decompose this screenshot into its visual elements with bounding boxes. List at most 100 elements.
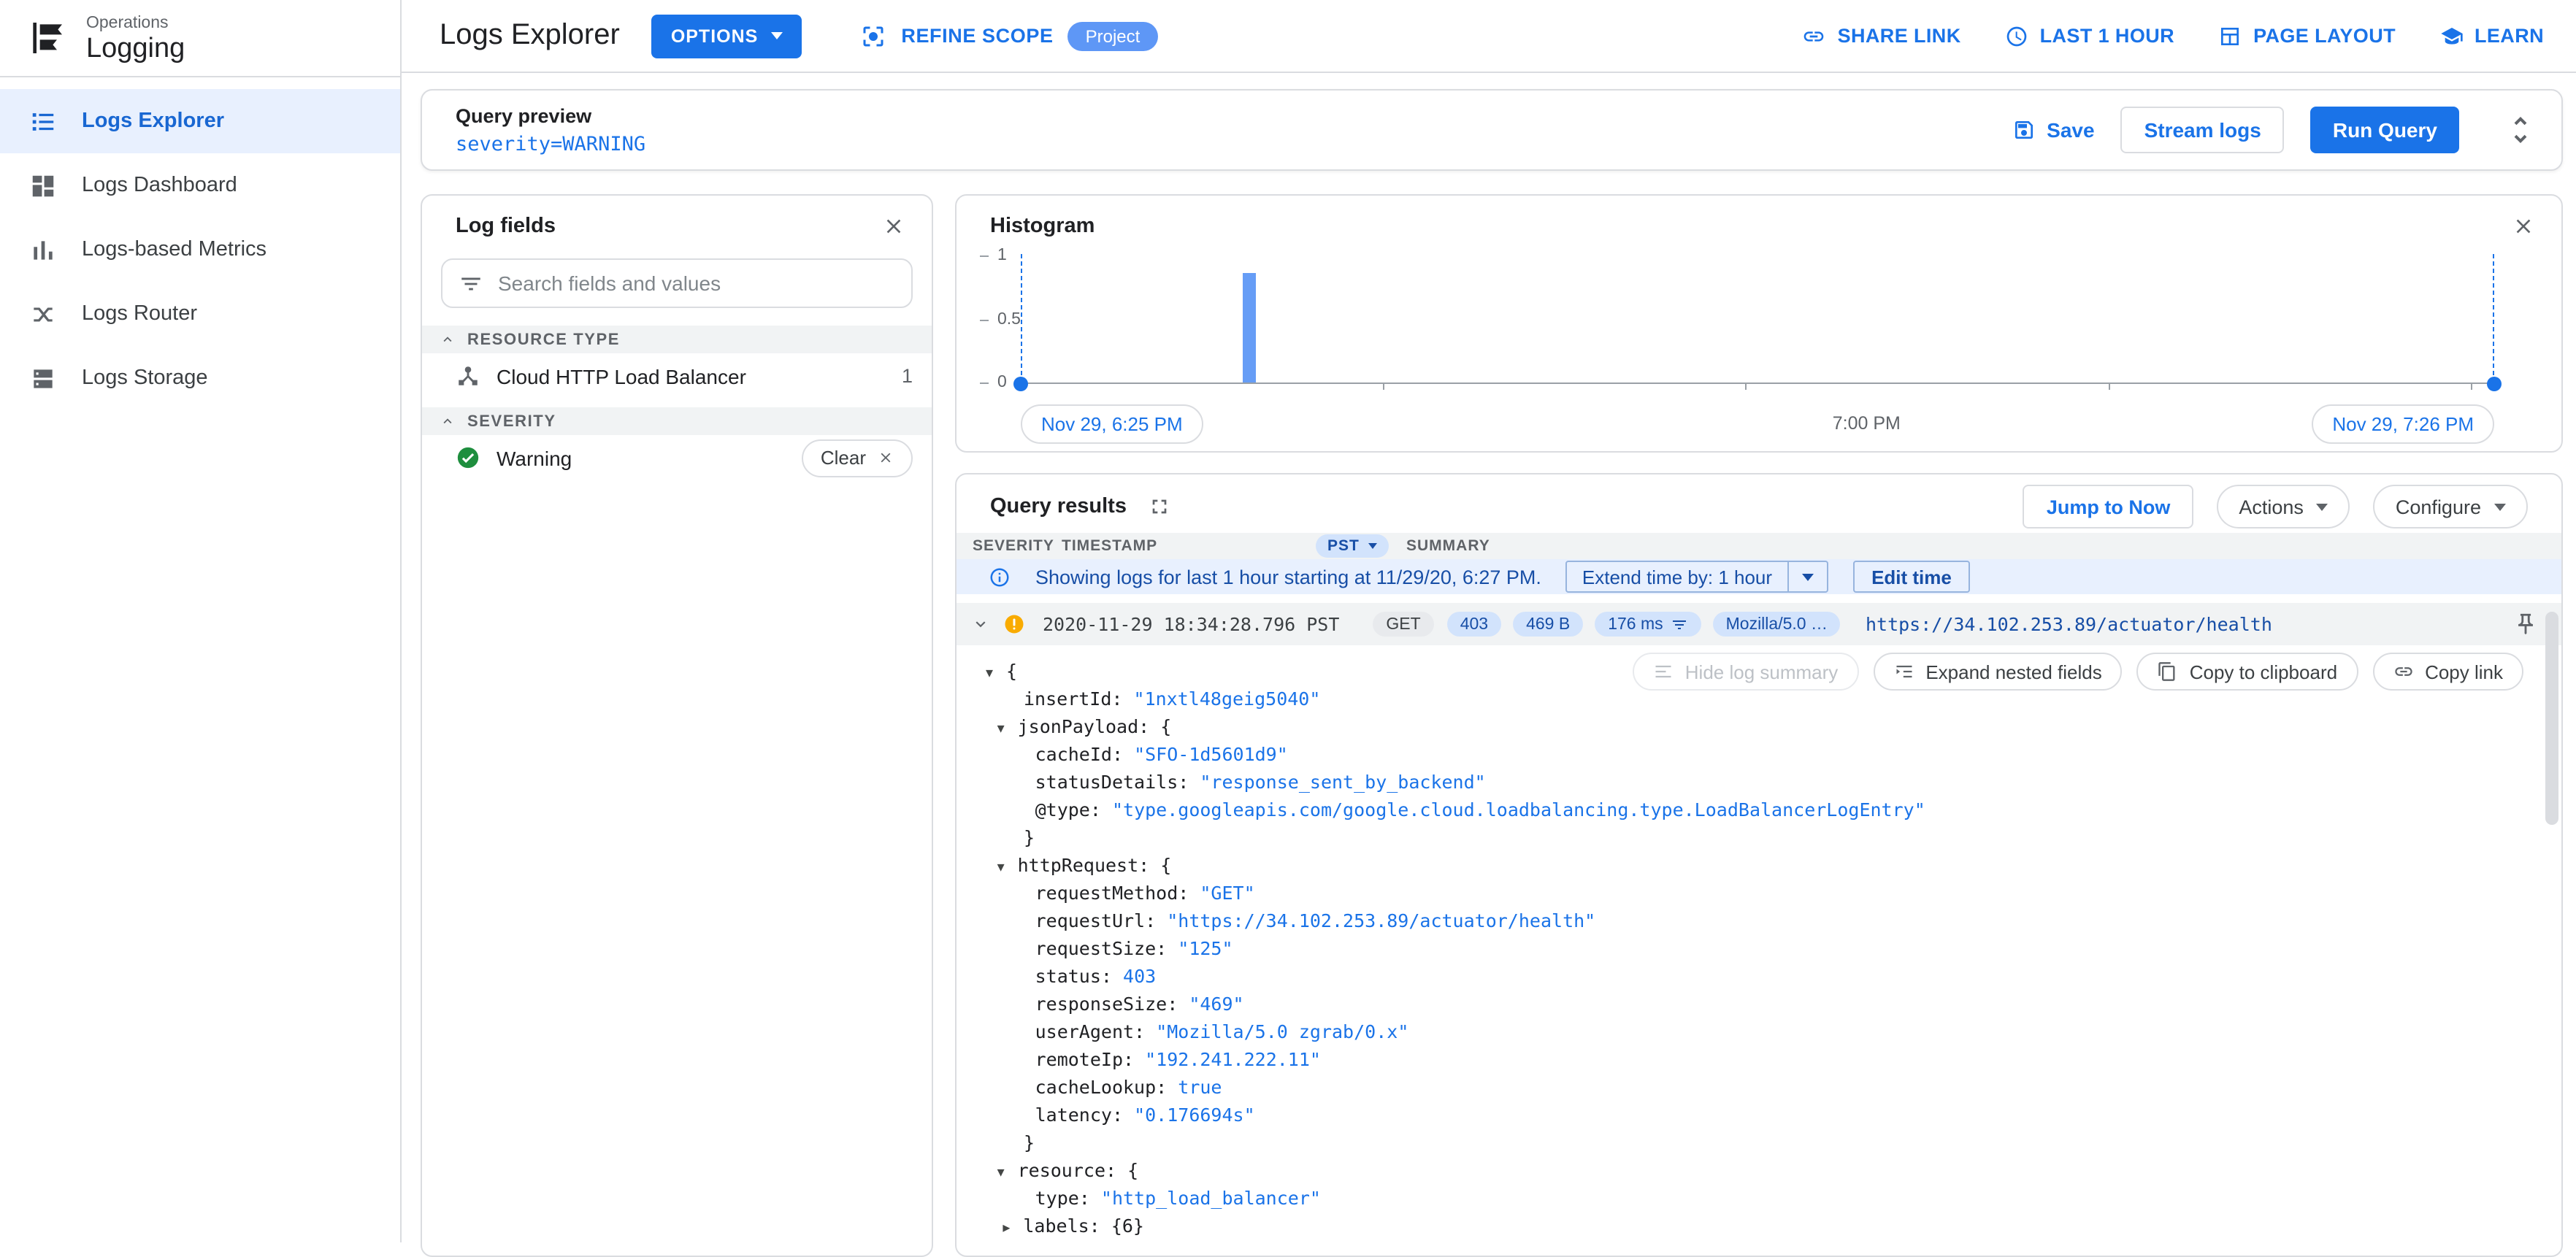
json-line: requestSize: "125" <box>986 934 2561 962</box>
range-end-chip[interactable]: Nov 29, 7:26 PM <box>2312 404 2494 444</box>
sidebar-item-logs-based-metrics[interactable]: Logs-based Metrics <box>0 218 400 282</box>
column-severity: SEVERITY <box>973 537 1054 555</box>
summary-badge-label: 469 B <box>1526 615 1571 633</box>
results-scrollbar <box>2545 536 2558 1235</box>
configure-menu-button[interactable]: Configure <box>2373 485 2528 528</box>
json-key: cacheLookup: <box>1035 1076 1178 1098</box>
topbar-links: SHARE LINK LAST 1 HOUR PAGE LAYOUT LEARN <box>1803 24 2544 47</box>
tick-dash <box>980 319 989 320</box>
collapse-arrow-icon[interactable]: ▾ <box>997 1159 1018 1187</box>
copy-link-button[interactable]: Copy link <box>2372 653 2523 691</box>
range-start-handle[interactable] <box>1013 377 1028 391</box>
json-line: responseSize: "469" <box>986 990 2561 1018</box>
link-icon <box>2393 661 2413 682</box>
histogram-panel: Histogram 1 0.5 0 Nov 29, 6:25 PM 7:00 P… <box>955 194 2563 453</box>
scrollbar-thumb[interactable] <box>2545 612 2558 825</box>
field-section-header-severity[interactable]: SEVERITY <box>422 407 932 435</box>
summary-badge[interactable]: 469 B <box>1513 612 1584 637</box>
json-value: "SFO-1d5601d9" <box>1134 743 1288 765</box>
toolbar-button-label: Expand nested fields <box>1925 661 2102 683</box>
json-line: ▾ jsonPayload: { <box>986 712 2561 740</box>
range-start-chip[interactable]: Nov 29, 6:25 PM <box>1021 404 1203 444</box>
topbar-link-learn[interactable]: LEARN <box>2439 24 2544 47</box>
range-end-handle[interactable] <box>2487 377 2502 391</box>
extend-time-button[interactable]: Extend time by: 1 hour <box>1565 561 1828 593</box>
y-tick-label: 0.5 <box>997 311 1021 328</box>
field-row-warning[interactable]: Warning Clear <box>422 435 932 480</box>
brand-name: Logging <box>86 33 185 64</box>
fullscreen-icon[interactable] <box>1147 495 1170 518</box>
json-line: statusDetails: "response_sent_by_backend… <box>986 768 2561 796</box>
extend-time-label: Extend time by: 1 hour <box>1582 566 1773 588</box>
results-info-banner: Showing logs for last 1 hour starting at… <box>957 559 2561 594</box>
y-axis-tick: 0.5 <box>980 311 1021 328</box>
pin-icon[interactable] <box>2513 612 2538 637</box>
field-section-header-resource-type[interactable]: RESOURCE TYPE <box>422 326 932 353</box>
field-section-title: SEVERITY <box>467 412 556 430</box>
close-icon[interactable] <box>882 215 905 238</box>
sidebar-item-label: Logs-based Metrics <box>82 238 267 261</box>
topbar-link-share-link[interactable]: SHARE LINK <box>1803 24 1961 47</box>
field-search <box>441 258 913 308</box>
json-key: statusDetails: <box>1035 771 1200 793</box>
log-entry-row[interactable]: 2020-11-29 18:34:28.796 PST GET 403 469 B… <box>957 603 2561 645</box>
options-button-label: OPTIONS <box>670 26 759 46</box>
collapse-arrow-icon[interactable]: ▾ <box>997 715 1018 743</box>
expand-nested-fields-button[interactable]: Expand nested fields <box>1873 653 2123 691</box>
sidebar-item-logs-dashboard[interactable]: Logs Dashboard <box>0 153 400 218</box>
query-preview-query[interactable]: severity=WARNING <box>456 132 645 155</box>
json-value: "125" <box>1178 937 1233 959</box>
histogram-bar[interactable] <box>1243 273 1257 383</box>
unfold-panel-icon[interactable] <box>2503 112 2538 147</box>
close-icon[interactable] <box>2512 215 2535 238</box>
sidebar-item-logs-router[interactable]: Logs Router <box>0 282 400 346</box>
options-button[interactable]: OPTIONS <box>651 14 802 58</box>
refine-scope-button[interactable]: REFINE SCOPE Project <box>860 21 1158 50</box>
json-value: "response_sent_by_backend" <box>1200 771 1486 793</box>
entry-toolbar: Hide log summary Expand nested fields Copy… <box>1632 653 2523 691</box>
topbar-link-page-layout[interactable]: PAGE LAYOUT <box>2218 24 2396 47</box>
timezone-selector[interactable]: PST <box>1316 534 1389 558</box>
log-fields-sections: RESOURCE TYPE Cloud HTTP Load Balancer 1 SE… <box>422 326 932 480</box>
stream-logs-button[interactable]: Stream logs <box>2120 107 2285 153</box>
json-key: type: <box>1035 1187 1101 1209</box>
json-key: cacheId: <box>1035 743 1135 765</box>
actions-menu-button[interactable]: Actions <box>2217 485 2350 528</box>
field-row-cloud-http-load-balancer[interactable]: Cloud HTTP Load Balancer 1 <box>422 353 932 399</box>
topbar-link-last-1-hour[interactable]: LAST 1 HOUR <box>2005 24 2174 47</box>
logging-logo-icon <box>26 18 67 58</box>
chevron-down-icon[interactable] <box>971 615 990 634</box>
query-results-header: Query results Jump to Now Actions Config… <box>957 474 2561 533</box>
edit-time-label: Edit time <box>1871 566 1952 588</box>
summary-badge[interactable]: 176 ms <box>1595 612 1701 637</box>
histogram-time-axis: Nov 29, 6:25 PM 7:00 PM Nov 29, 7:26 PM <box>1021 404 2494 445</box>
json-punct: { <box>1127 1159 1139 1181</box>
query-results-title: Query results <box>990 495 1127 518</box>
chevron-down-icon <box>1368 543 1377 549</box>
column-timestamp: TIMESTAMP <box>1062 537 1158 555</box>
sidebar-item-logs-storage[interactable]: Logs Storage <box>0 346 400 410</box>
summary-badge[interactable]: 403 <box>1446 612 1502 637</box>
json-key: @type: <box>1035 799 1112 820</box>
clear-filter-button[interactable]: Clear <box>801 439 913 477</box>
run-query-button[interactable]: Run Query <box>2310 107 2459 153</box>
expand-arrow-icon[interactable]: ▸ <box>1003 1215 1023 1242</box>
collapse-arrow-icon[interactable]: ▾ <box>997 854 1018 882</box>
sidebar-item-logs-explorer[interactable]: Logs Explorer <box>0 89 400 153</box>
field-search-input[interactable] <box>498 272 895 295</box>
json-key: userAgent: <box>1035 1020 1157 1042</box>
method-badge[interactable]: GET <box>1373 612 1434 637</box>
copy-to-clipboard-button[interactable]: Copy to clipboard <box>2136 653 2358 691</box>
jump-to-now-button[interactable]: Jump to Now <box>2023 485 2194 528</box>
log-json-tree: ▾{insertId: "1nxtl48geig5040" ▾ jsonPayloa… <box>957 645 2561 1239</box>
main-area: Logs Explorer OPTIONS REFINE SCOPE Proje… <box>402 0 2576 1257</box>
chevron-up-icon <box>440 413 456 429</box>
edit-time-button[interactable]: Edit time <box>1852 561 1971 593</box>
summary-badge[interactable]: Mozilla/5.0 … <box>1712 612 1841 637</box>
topbar-link-label: LEARN <box>2475 25 2544 47</box>
collapse-arrow-icon[interactable]: ▾ <box>986 660 1006 688</box>
logs-explorer-app: Operations Logging Logs Explorer Logs Das… <box>0 0 2576 1257</box>
histogram-title: Histogram <box>990 215 1095 238</box>
save-button[interactable]: Save <box>2012 118 2095 142</box>
topbar-link-label: PAGE LAYOUT <box>2253 25 2396 47</box>
